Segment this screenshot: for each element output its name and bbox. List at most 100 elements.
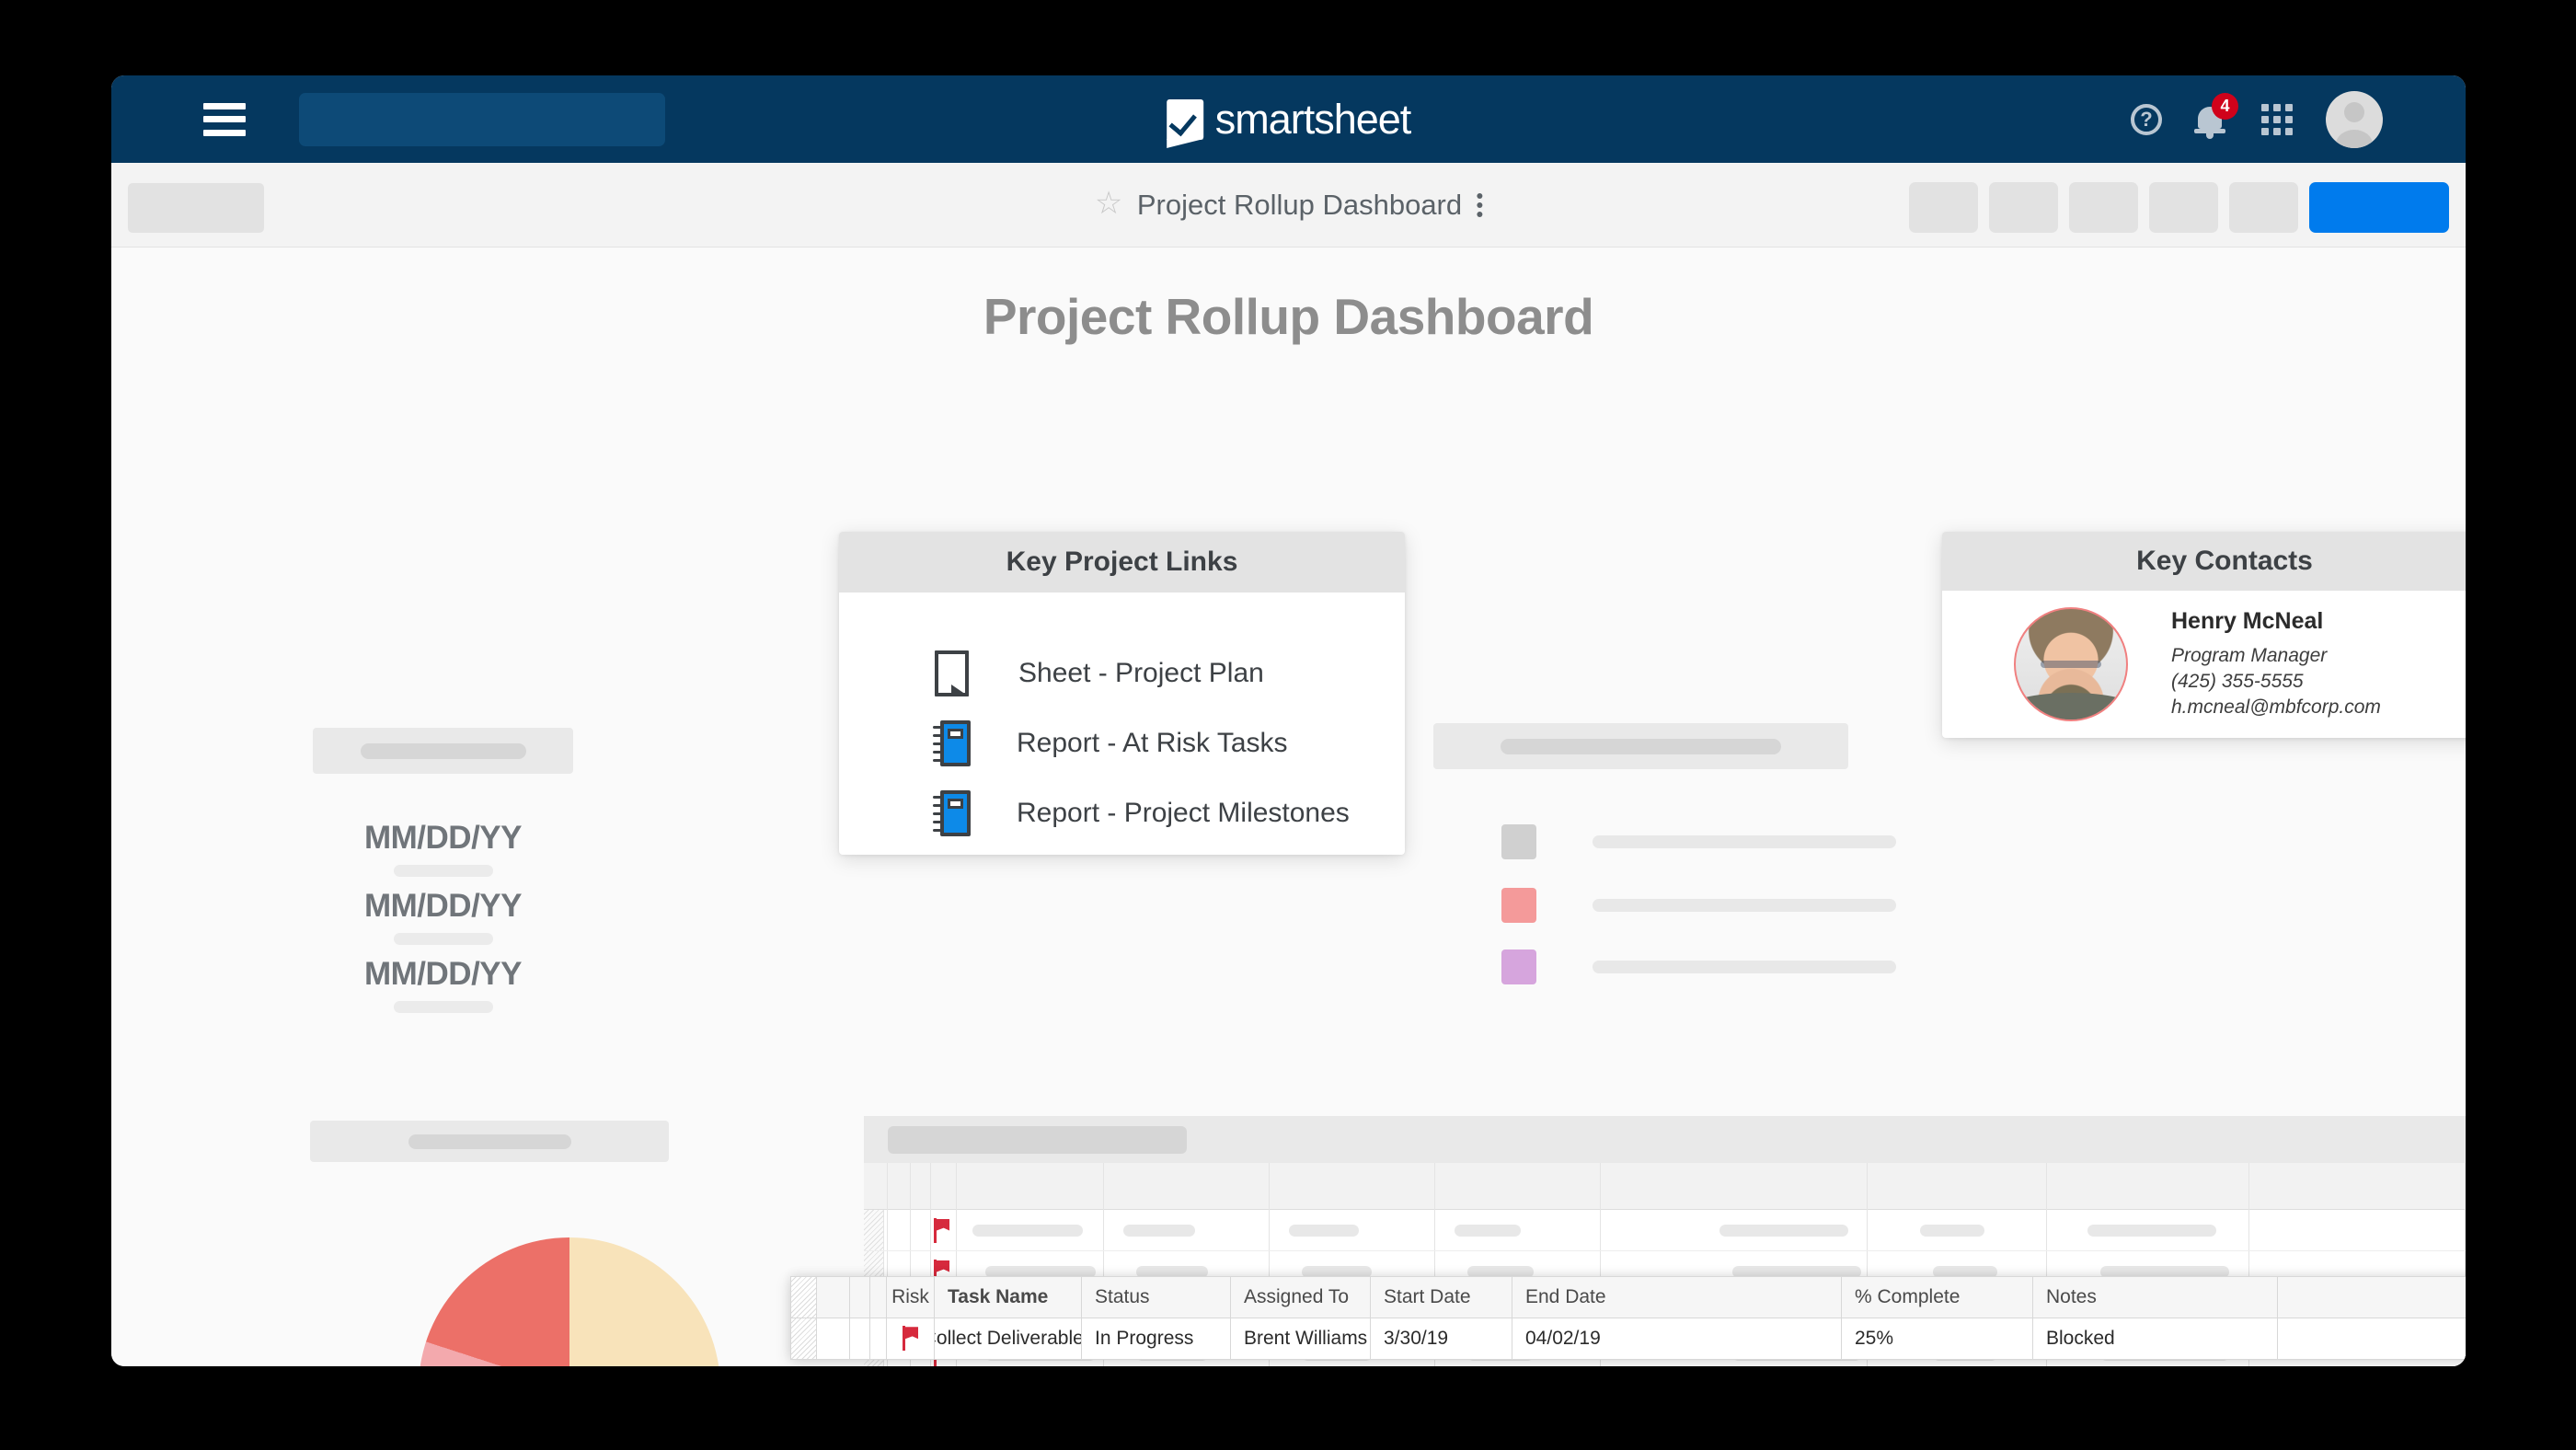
cell-placeholder bbox=[1123, 1224, 1195, 1237]
toolbar-primary-button[interactable] bbox=[2309, 182, 2449, 233]
notification-badge: 4 bbox=[2212, 92, 2238, 120]
toolbar-button-2[interactable] bbox=[1989, 182, 2058, 233]
toolbar-button-4[interactable] bbox=[2149, 182, 2218, 233]
link-label: Sheet - Project Plan bbox=[1018, 658, 1264, 688]
avatar[interactable] bbox=[2326, 90, 2383, 148]
more-options-icon[interactable] bbox=[1477, 192, 1483, 217]
cell-risk[interactable] bbox=[887, 1318, 935, 1359]
help-icon[interactable]: ? bbox=[2131, 103, 2162, 135]
grid-header-bar bbox=[864, 1116, 2466, 1163]
col-header-assigned-to[interactable]: Assigned To bbox=[1231, 1277, 1371, 1318]
cell-placeholder bbox=[972, 1224, 1083, 1237]
key-project-links-title: Key Project Links bbox=[839, 532, 1405, 593]
metric-label-placeholder bbox=[393, 1001, 493, 1013]
contact-card: Henry McNeal Program Manager (425) 355-5… bbox=[1942, 591, 2466, 738]
cell-blank-2 bbox=[850, 1318, 870, 1359]
cell-blank-4 bbox=[2278, 1318, 2466, 1360]
task-row-header: Risk Task Name Status Assigned To Start … bbox=[791, 1277, 2466, 1318]
top-bar-actions: ? 4 bbox=[2131, 90, 2383, 148]
cell-blank-3 bbox=[870, 1318, 887, 1359]
search-input[interactable] bbox=[299, 92, 665, 146]
metric-row: MM/DD/YY bbox=[313, 888, 573, 945]
toolbar-button-1[interactable] bbox=[1909, 182, 1978, 233]
sheet-icon bbox=[935, 650, 969, 696]
widget-header-placeholder bbox=[1433, 723, 1848, 769]
col-header-notes[interactable]: Notes bbox=[2033, 1277, 2278, 1318]
legend-swatch bbox=[1501, 949, 1536, 984]
cell-task-name[interactable]: Collect Deliverables bbox=[935, 1318, 1082, 1359]
document-toolbar: ☆ Project Rollup Dashboard bbox=[111, 163, 2466, 247]
cell-notes[interactable]: Blocked bbox=[2033, 1318, 2278, 1359]
cell-assigned-to[interactable]: Brent Williams bbox=[1231, 1318, 1371, 1359]
cell-placeholder bbox=[2087, 1224, 2216, 1237]
metric-row: MM/DD/YY bbox=[313, 956, 573, 1013]
link-item-report-at-risk-tasks[interactable]: Report - At Risk Tasks bbox=[933, 720, 1288, 766]
document-title-group: ☆ Project Rollup Dashboard bbox=[1095, 188, 1483, 222]
link-item-sheet-project-plan[interactable]: Sheet - Project Plan bbox=[935, 650, 1264, 696]
legend-label-placeholder bbox=[1593, 961, 1896, 973]
pie-chart bbox=[419, 1237, 720, 1366]
hamburger-menu-icon[interactable] bbox=[203, 102, 246, 136]
toolbar-button-3[interactable] bbox=[2069, 182, 2138, 233]
table-row[interactable]: Collect Deliverables In Progress Brent W… bbox=[791, 1318, 2466, 1360]
contact-details: Henry McNeal Program Manager (425) 355-5… bbox=[2171, 608, 2381, 720]
favorite-star-icon[interactable]: ☆ bbox=[1095, 188, 1122, 219]
red-flag-icon bbox=[903, 1326, 918, 1352]
legend-swatch bbox=[1501, 824, 1536, 859]
cell-status[interactable]: In Progress bbox=[1082, 1318, 1231, 1359]
document-title: Project Rollup Dashboard bbox=[1136, 188, 1463, 221]
key-contacts-title: Key Contacts bbox=[1942, 532, 2466, 591]
row-handle[interactable] bbox=[791, 1318, 817, 1359]
metric-row: MM/DD/YY bbox=[313, 820, 573, 877]
cell-blank-1 bbox=[817, 1318, 850, 1359]
col-header-percent-complete[interactable]: % Complete bbox=[1842, 1277, 2033, 1318]
grid-title-placeholder bbox=[888, 1125, 1187, 1154]
cell-end-date[interactable]: 04/02/19 bbox=[1512, 1318, 1842, 1359]
cell-percent-complete[interactable]: 25% bbox=[1842, 1318, 2033, 1359]
smartsheet-logo: smartsheet bbox=[1166, 96, 1411, 148]
legend-swatch bbox=[1501, 888, 1536, 923]
col-header-end-date[interactable]: End Date bbox=[1512, 1277, 1842, 1318]
col-header-task-name[interactable]: Task Name bbox=[935, 1277, 1082, 1318]
app-window: smartsheet ? 4 ☆ Project Rollup Dashboar… bbox=[111, 75, 2466, 1366]
legend-row bbox=[1501, 949, 1896, 984]
grid-placeholder-row[interactable] bbox=[864, 1210, 2466, 1251]
red-flag-icon bbox=[934, 1217, 949, 1243]
cell-start-date[interactable]: 3/30/19 bbox=[1371, 1318, 1512, 1359]
link-item-report-project-milestones[interactable]: Report - Project Milestones bbox=[933, 790, 1350, 836]
chart-widget-header-placeholder bbox=[310, 1121, 669, 1162]
checkmark-logo-icon bbox=[1166, 98, 1203, 148]
row-handle[interactable] bbox=[864, 1210, 884, 1250]
top-navigation-bar: smartsheet ? 4 bbox=[111, 75, 2466, 163]
app-grid-icon[interactable] bbox=[2261, 103, 2293, 135]
col-header-blank-4 bbox=[2278, 1277, 2466, 1318]
metric-label-placeholder bbox=[393, 865, 493, 877]
col-header-blank-1 bbox=[817, 1277, 850, 1318]
widget-header-placeholder bbox=[313, 728, 573, 774]
col-header-risk[interactable]: Risk bbox=[887, 1277, 935, 1318]
cell-placeholder bbox=[1920, 1224, 1984, 1237]
widget-title-placeholder bbox=[360, 742, 526, 759]
notifications-button[interactable]: 4 bbox=[2194, 92, 2238, 139]
contact-email: h.mcneal@mbfcorp.com bbox=[2171, 696, 2381, 719]
row-handle-header bbox=[791, 1277, 817, 1318]
col-header-status[interactable]: Status bbox=[1082, 1277, 1231, 1318]
col-header-start-date[interactable]: Start Date bbox=[1371, 1277, 1512, 1318]
toolbar-left-placeholder[interactable] bbox=[128, 183, 264, 233]
legend-label-placeholder bbox=[1593, 835, 1896, 848]
page-title: Project Rollup Dashboard bbox=[983, 288, 1594, 345]
toolbar-actions bbox=[1909, 182, 2449, 233]
legend-row bbox=[1501, 824, 1896, 859]
key-contacts-panel: Key Contacts Henry McNeal Program Manage… bbox=[1942, 532, 2466, 738]
metric-value: MM/DD/YY bbox=[364, 956, 523, 992]
contact-phone: (425) 355-5555 bbox=[2171, 670, 2304, 692]
toolbar-button-5[interactable] bbox=[2229, 182, 2298, 233]
contact-name: Henry McNeal bbox=[2171, 607, 2324, 634]
report-icon bbox=[933, 790, 971, 836]
col-header-blank-3 bbox=[870, 1277, 887, 1318]
cell-placeholder bbox=[1289, 1224, 1359, 1237]
chart-widget-title-placeholder bbox=[408, 1134, 571, 1149]
grid-column-header-row bbox=[864, 1163, 2466, 1210]
key-project-links-panel: Key Project Links Sheet - Project Plan R… bbox=[839, 532, 1405, 855]
metric-value: MM/DD/YY bbox=[364, 888, 523, 924]
